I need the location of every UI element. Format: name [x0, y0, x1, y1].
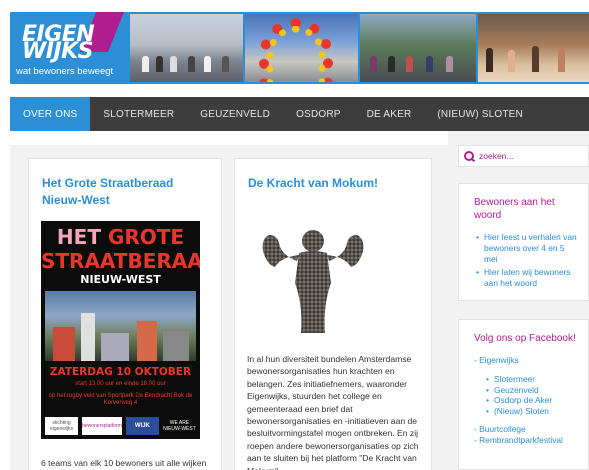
facebook-link-eigenwijks[interactable]: - Eigenwijks [474, 355, 580, 366]
widget-bewoners-aan-het-woord: Bewoners aan het woord Hier leest u verh… [458, 183, 589, 301]
site-logo[interactable]: EIGEN WIJKS wat bewoners beweegt [10, 12, 130, 84]
post-card: De Kracht van Mokum! In al hun diversite… [234, 158, 432, 470]
widget-title: Bewoners aan het woord [474, 197, 555, 221]
header-photo-dinner-table [478, 14, 589, 82]
sponsor-logo-4: WE ARE NIEUW-WEST [162, 417, 196, 435]
sidebar: Bewoners aan het woord Hier leest u verh… [448, 131, 589, 470]
widget-link-bewoners[interactable]: Hier laten wij bewoners aan het woord [474, 267, 580, 289]
post-title: De Kracht van Mokum! [248, 175, 418, 192]
poster-headline-grote: GROTE [107, 225, 185, 249]
logo-wordmark: EIGEN WIJKS [22, 24, 95, 64]
header-photo-strip [128, 12, 589, 84]
header-photo-schoolyard [130, 14, 243, 82]
post-excerpt: 6 teams van elk 10 bewoners uit alle wij… [41, 458, 207, 468]
facebook-link-buurtcollege[interactable]: - Buurtcollege [474, 424, 580, 435]
facebook-link-rembrandtparkfestival[interactable]: - Rembrandtparkfestival [474, 435, 580, 446]
post-title-link[interactable]: Het Grote Straatberaad Nieuw-West [42, 176, 173, 207]
sponsor-logo-1: stichting eigenwijks [45, 417, 79, 435]
post-card: Het Grote Straatberaad Nieuw-West HET GR… [28, 158, 222, 470]
logo-line-2: WIJKS [22, 39, 94, 64]
poster-venue: op het rugby veld van Sportpark De Eendr… [48, 393, 193, 406]
logo-tagline: wat bewoners beweegt [16, 66, 114, 77]
poster-date: ZATERDAG 10 OKTOBER [49, 366, 192, 378]
facebook-link-slotermeer[interactable]: Slotermeer [474, 374, 580, 385]
nav-item-nieuw-sloten[interactable]: (NIEUW) SLOTEN [424, 97, 536, 131]
poster-time: start 13.00 uur en einde 18.00 uur [75, 381, 166, 387]
poster-sponsor-logos: stichting eigenwijks bewonersplatform WI… [45, 417, 196, 435]
sponsor-logo-2: bewonersplatform [82, 417, 122, 435]
search-icon[interactable] [464, 150, 475, 162]
post-title: Het Grote Straatberaad Nieuw-West [42, 175, 208, 209]
site-header: EIGEN WIJKS wat bewoners beweegt [0, 0, 589, 96]
post-poster-image[interactable]: HET GROTE STRAATBERAAD NIEUW-WEST ZATERD… [41, 221, 200, 439]
nav-item-slotermeer[interactable]: SLOTERMEER [90, 97, 187, 131]
sponsor-logo-3: WIJK [125, 417, 159, 435]
main-navigation: OVER ONS SLOTERMEER GEUZENVELD OSDORP DE… [10, 97, 589, 131]
nav-item-de-aker[interactable]: DE AKER [354, 97, 425, 131]
widget-title: Volg ons op Facebook! [474, 333, 576, 344]
main-content: Het Grote Straatberaad Nieuw-West HET GR… [10, 145, 448, 470]
widget-link-verhalen[interactable]: Hier leest u verhalen van bewoners over … [474, 232, 580, 265]
poster-headline-het: HET [56, 225, 108, 249]
widget-facebook: Volg ons op Facebook! - Eigenwijks Slote… [458, 319, 589, 470]
facebook-link-osdorp-de-aker[interactable]: Osdorp de Aker [474, 395, 580, 406]
poster-city-photo [45, 291, 196, 361]
nav-item-geuzenveld[interactable]: GEUZENVELD [187, 97, 283, 131]
post-excerpt: In al hun diversiteit bundelen Amsterdam… [247, 354, 419, 470]
facebook-link-nieuw-sloten[interactable]: (Nieuw) Sloten [474, 406, 580, 417]
facebook-sub-list: Slotermeer Geuzenveld Osdorp de Aker (Ni… [474, 374, 580, 416]
nav-item-osdorp[interactable]: OSDORP [283, 97, 354, 131]
header-photo-street-festival [360, 14, 476, 82]
facebook-link-geuzenveld[interactable]: Geuzenveld [474, 385, 580, 396]
poster-headline: HET GROTE [41, 227, 200, 247]
post-image-mosaic-strongman[interactable] [251, 221, 375, 335]
search-box [458, 145, 589, 167]
header-photo-balloon-arch [245, 14, 358, 82]
nav-item-over-ons[interactable]: OVER ONS [10, 97, 91, 131]
poster-headline-2: STRAATBERAAD [41, 249, 200, 273]
widget-link-list: Hier leest u verhalen van bewoners over … [474, 232, 580, 289]
poster-subheadline: NIEUW-WEST [80, 273, 161, 286]
post-title-link[interactable]: De Kracht van Mokum! [248, 176, 378, 190]
search-input[interactable] [479, 151, 579, 161]
